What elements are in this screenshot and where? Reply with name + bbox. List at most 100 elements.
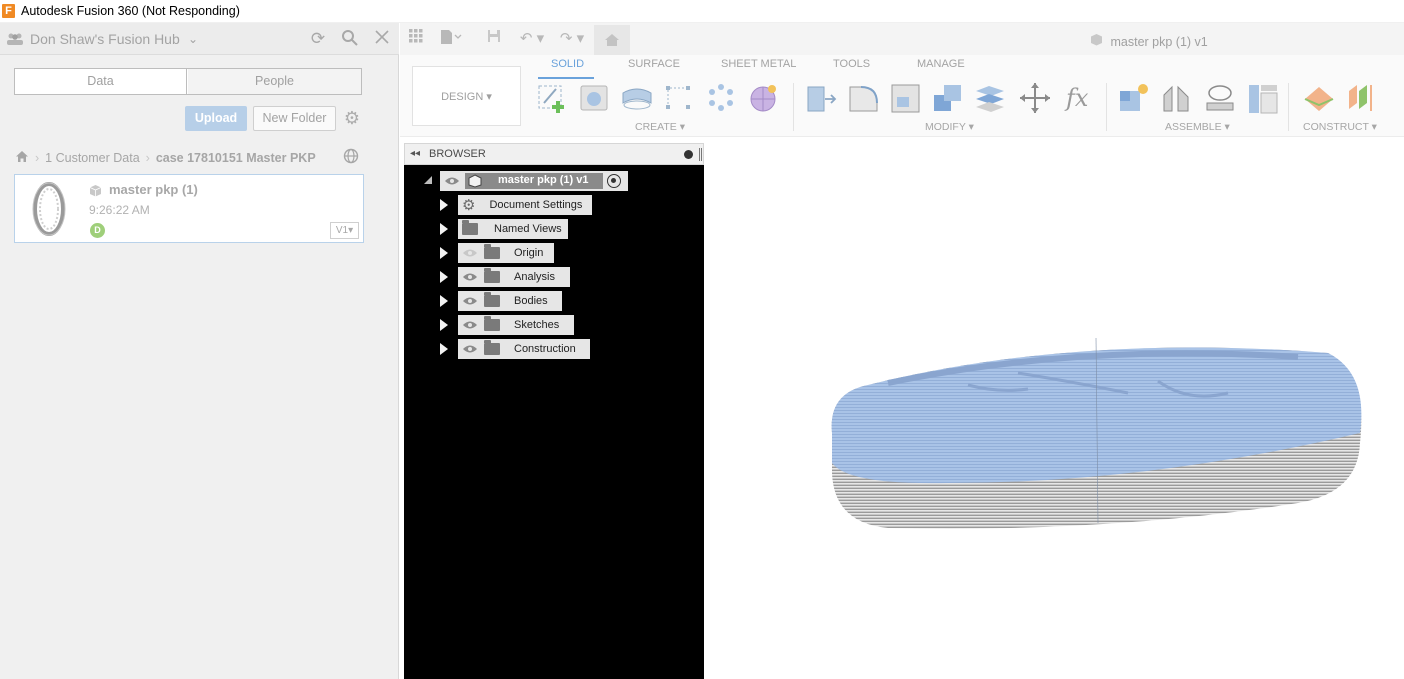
browser-node-label: Construction	[514, 343, 576, 355]
home-icon[interactable]	[15, 150, 29, 166]
refresh-icon[interactable]: ⟳	[308, 29, 328, 49]
apps-grid-icon[interactable]	[406, 29, 426, 49]
form-icon[interactable]	[746, 81, 780, 115]
group-divider	[1288, 83, 1289, 131]
offset-face-icon[interactable]	[973, 81, 1007, 115]
redo-icon[interactable]: ↷ ▾	[556, 29, 588, 49]
revolve-icon[interactable]	[620, 81, 654, 115]
group-modify[interactable]: MODIFY ▾	[925, 121, 974, 133]
browser-node-label: Named Views	[494, 223, 562, 235]
new-component-icon[interactable]	[1117, 81, 1151, 115]
settings-gear-icon[interactable]: ⚙	[342, 108, 362, 128]
pattern-icon[interactable]	[704, 81, 738, 115]
group-assemble[interactable]: ASSEMBLE ▾	[1165, 121, 1230, 133]
avatar: D	[90, 223, 105, 238]
expand-arrow-icon[interactable]	[440, 199, 448, 211]
visibility-eye-icon[interactable]	[462, 344, 478, 354]
hub-selector[interactable]: Don Shaw's Fusion Hub	[30, 31, 180, 47]
close-icon[interactable]	[372, 29, 392, 49]
parameters-fx-icon[interactable]: fx	[1063, 81, 1097, 115]
motion-link-icon[interactable]	[1203, 81, 1237, 115]
folder-icon	[484, 316, 500, 331]
3d-model-body[interactable]	[828, 333, 1364, 533]
tab-data[interactable]: Data	[15, 69, 187, 94]
visibility-eye-icon[interactable]	[444, 176, 460, 186]
group-create[interactable]: CREATE ▾	[635, 121, 685, 133]
save-icon[interactable]	[484, 29, 504, 49]
browser-node-analysis[interactable]: Analysis	[458, 267, 570, 287]
tab-people[interactable]: People	[188, 69, 361, 94]
workspace-selector[interactable]: DESIGN ▾	[412, 66, 521, 126]
minimize-icon[interactable]	[684, 150, 693, 159]
design-file-icon	[1090, 34, 1106, 49]
root-label: master pkp (1) v1	[498, 174, 589, 186]
visibility-eye-icon[interactable]	[462, 272, 478, 282]
fillet-icon[interactable]	[847, 81, 881, 115]
document-tab[interactable]: master pkp (1) v1	[1090, 33, 1208, 49]
group-create-label: CREATE	[635, 121, 677, 133]
tab-sheet-metal[interactable]: SHEET METAL	[721, 58, 796, 70]
plane-at-angle-icon[interactable]	[1345, 81, 1379, 115]
browser-node-sketches[interactable]: Sketches	[458, 315, 574, 335]
new-folder-button[interactable]: New Folder	[253, 106, 336, 131]
breadcrumb-item-project[interactable]: 1 Customer Data	[45, 151, 139, 165]
tab-solid[interactable]: SOLID	[551, 58, 584, 70]
expand-arrow-icon[interactable]	[440, 271, 448, 283]
tab-tools[interactable]: TOOLS	[833, 58, 870, 70]
collapse-panel-icon[interactable]: ◂◂	[410, 148, 420, 159]
file-menu-icon[interactable]	[440, 29, 462, 49]
search-icon[interactable]	[340, 29, 360, 49]
expand-arrow-icon[interactable]	[440, 223, 448, 235]
shell-icon[interactable]	[889, 81, 923, 115]
title-bar: F Autodesk Fusion 360 (Not Responding)	[0, 0, 1404, 23]
visibility-eye-icon[interactable]	[462, 248, 478, 258]
group-modify-label: MODIFY	[925, 121, 966, 133]
visibility-eye-icon[interactable]	[462, 320, 478, 330]
globe-icon[interactable]	[343, 148, 359, 168]
group-construct[interactable]: CONSTRUCT ▾	[1303, 121, 1377, 133]
expand-arrow-icon[interactable]	[440, 343, 448, 355]
create-sketch-icon[interactable]	[536, 81, 570, 115]
expand-arrow-icon[interactable]	[440, 295, 448, 307]
fusion-app-icon: F	[2, 4, 15, 18]
move-icon[interactable]	[1018, 81, 1052, 115]
browser-node-label: Analysis	[514, 271, 555, 283]
chevron-down-icon[interactable]: ⌄	[188, 32, 198, 46]
joint-icon[interactable]	[1160, 81, 1194, 115]
combine-icon[interactable]	[931, 81, 965, 115]
offset-plane-icon[interactable]	[1302, 81, 1336, 115]
browser-node-origin[interactable]: Origin	[458, 243, 554, 263]
browser-node-bodies[interactable]: Bodies	[458, 291, 562, 311]
browser-node-label: Origin	[514, 247, 544, 259]
version-dropdown[interactable]: V1▾	[330, 222, 359, 239]
home-tab-button[interactable]	[594, 25, 630, 55]
visibility-eye-icon[interactable]	[462, 296, 478, 306]
data-panel-header: Don Shaw's Fusion Hub ⌄ ⟳	[0, 23, 399, 55]
expand-arrow-icon[interactable]	[440, 319, 448, 331]
upload-button[interactable]: Upload	[185, 106, 247, 131]
tab-manage[interactable]: MANAGE	[917, 58, 965, 70]
press-pull-icon[interactable]	[805, 81, 839, 115]
folder-icon	[462, 220, 478, 235]
browser-node-named-views[interactable]: Named Views	[458, 219, 568, 239]
browser-node-label: Bodies	[514, 295, 548, 307]
file-name[interactable]: master pkp (1)	[109, 182, 198, 197]
browser-title: BROWSER	[429, 148, 486, 160]
as-built-joint-icon[interactable]	[1246, 81, 1280, 115]
browser-node-document-settings[interactable]: ⚙ Document Settings	[458, 195, 592, 215]
hole-icon[interactable]	[662, 81, 696, 115]
active-tab-indicator	[538, 77, 594, 79]
undo-icon[interactable]: ↶ ▾	[516, 29, 548, 49]
browser-node-construction[interactable]: Construction	[458, 339, 590, 359]
tab-surface[interactable]: SURFACE	[628, 58, 680, 70]
expand-arrow-icon[interactable]	[440, 247, 448, 259]
browser-root-node[interactable]: master pkp (1) v1	[440, 171, 628, 191]
breadcrumb-item-folder[interactable]: case 17810151 Master PKP	[156, 151, 316, 165]
gear-icon: ⚙	[462, 197, 476, 214]
activate-component-icon[interactable]	[607, 174, 621, 188]
panel-pin-icon[interactable]	[699, 148, 702, 161]
expand-collapse-icon[interactable]	[424, 176, 432, 184]
extrude-icon[interactable]	[578, 81, 612, 115]
root-label-bg: master pkp (1) v1	[465, 173, 603, 189]
file-card[interactable]: master pkp (1) 9:26:22 AM D V1▾	[14, 174, 364, 243]
